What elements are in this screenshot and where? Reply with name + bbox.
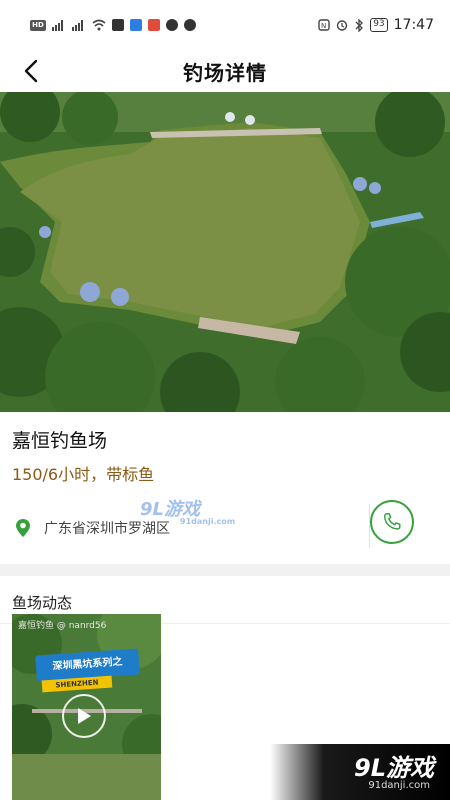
status-bar: HD N 93 17:47 [0, 0, 450, 50]
video-thumbnail[interactable]: 嘉恒钓鱼 @ nanrd56 深圳黑坑系列之 SHENZHEN [12, 614, 161, 800]
back-button[interactable] [14, 54, 48, 88]
hd-icon: HD [30, 19, 46, 31]
watermark-url: 91danji.com [180, 517, 236, 526]
pond-aerial-image [0, 92, 450, 412]
chevron-left-icon [24, 59, 38, 83]
phone-icon [383, 513, 401, 530]
status-time: 17:47 [393, 17, 434, 33]
svg-text:N: N [321, 22, 326, 30]
venue-photo[interactable] [0, 92, 450, 412]
signal-5g-icon [52, 20, 63, 31]
watermark: 9L游戏 91danji.com [140, 495, 235, 526]
page-title: 钓场详情 [183, 60, 267, 85]
app-icon [130, 19, 142, 31]
status-right-icons: N 93 17:47 [318, 17, 434, 33]
signal-icon [72, 20, 83, 31]
app-icon [148, 19, 160, 31]
venue-price: 150/6小时，带标鱼 [12, 465, 155, 484]
app-icon [112, 19, 124, 31]
location-pin-icon [16, 519, 30, 537]
app-header: 钓场详情 [0, 50, 450, 92]
brand-text: 9L游戏 [354, 754, 434, 782]
battery-icon: 93 [370, 18, 388, 32]
play-button[interactable] [62, 694, 106, 738]
section-gap [0, 564, 450, 576]
bluetooth-icon [355, 18, 364, 32]
play-icon [78, 708, 91, 724]
venue-name: 嘉恒钓鱼场 [12, 430, 108, 452]
call-button[interactable] [370, 500, 414, 544]
wifi-icon [92, 19, 106, 31]
alarm-icon [336, 20, 348, 31]
brand-url: 91danji.com [368, 780, 430, 791]
venue-info: 嘉恒钓鱼场 150/6小时，带标鱼 广东省深圳市罗湖区 [0, 412, 450, 556]
app-icon [166, 19, 178, 31]
status-left-icons: HD [30, 19, 196, 31]
video-uploader: 嘉恒钓鱼 @ nanrd56 [18, 621, 107, 631]
nfc-icon: N [318, 19, 330, 31]
brand-logo: 9L游戏 91danji.com [270, 744, 450, 800]
chat-icon [184, 19, 196, 31]
